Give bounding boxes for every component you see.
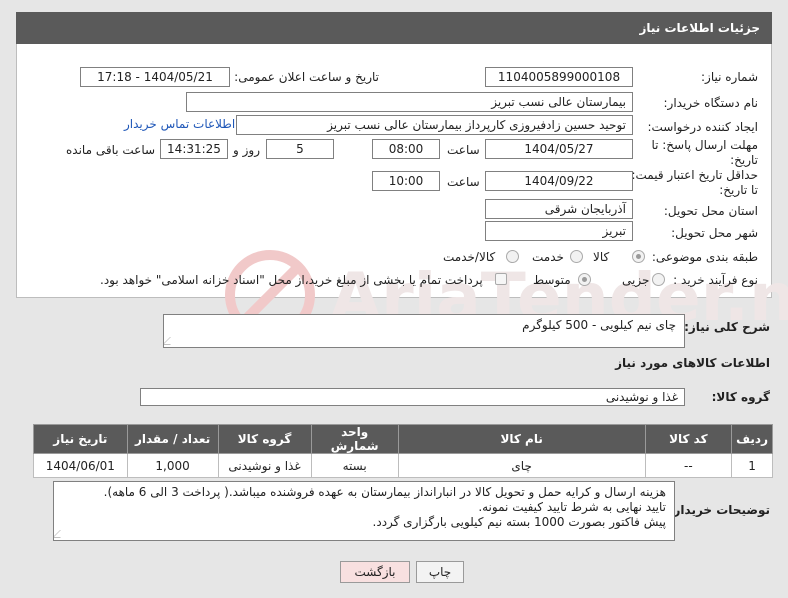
cell-unit: بسته [310,453,399,478]
category-label: طبقه بندی موضوعی: [651,250,758,264]
cell-item-code: -- [644,453,733,478]
cell-need-date: 1404/06/01 [33,453,128,478]
validity-label: حداقل تاریخ اعتبار قیمت: [631,168,758,182]
print-button[interactable]: چاپ [416,561,464,583]
table-row: 1 -- چای بسته غذا و نوشیدنی 1,000 1404/0… [33,453,773,478]
description-text: چای نیم کیلویی - 500 کیلوگرم [522,318,676,332]
days-field: 5 [266,139,334,159]
announce-field: 1404/05/21 - 17:18 [80,67,230,87]
remaining-label: ساعت باقی مانده [66,143,156,157]
cell-item-group: غذا و نوشیدنی [217,453,312,478]
resize-grip-icon[interactable] [54,530,68,538]
col-item-code: کد کالا [644,424,733,454]
process-option-medium: متوسط [533,273,571,287]
buyer-notes-line: تایید نهایی به شرط تایید کیفیت نمونه. [478,500,666,514]
cell-row-number: 1 [731,453,773,478]
col-item-name: نام کالا [397,424,646,454]
treasury-payment-checkbox[interactable] [495,273,507,285]
cell-quantity: 1,000 [126,453,219,478]
buyer-org-field: بیمارستان عالی نسب تبریز [186,92,633,112]
validity-time-field: 10:00 [372,171,440,191]
requester-label: ایجاد کننده درخواست: [647,120,758,134]
description-label: شرح کلی نیاز: [684,320,770,334]
deadline-date-field: 1404/05/27 [485,139,633,159]
col-need-date: تاریخ نیاز [33,424,128,454]
validity-time-label: ساعت [447,175,480,189]
goods-table: ردیف کد کالا نام کالا واحد شمارش گروه کا… [33,424,773,478]
city-label: شهر محل تحویل: [671,226,758,240]
category-radio-goods-service[interactable] [506,250,519,263]
table-header-row: ردیف کد کالا نام کالا واحد شمارش گروه کا… [33,424,773,454]
deadline-time-field: 08:00 [372,139,440,159]
description-field: چای نیم کیلویی - 500 کیلوگرم [163,314,685,348]
buyer-notes-line: پیش فاکتور بصورت 1000 بسته نیم کیلویی با… [372,515,666,529]
back-button[interactable]: بازگشت [340,561,410,583]
category-radio-service[interactable] [570,250,583,263]
days-label: روز و [233,143,260,157]
validity-label-date: تا تاریخ: [719,183,758,197]
page-title: جزئیات اطلاعات نیاز [639,21,760,35]
col-quantity: تعداد / مقدار [126,424,219,454]
category-option-service: خدمت [532,250,564,264]
validity-date-field: 1404/09/22 [485,171,633,191]
goods-section-title: اطلاعات کالاهای مورد نیاز [615,356,770,370]
process-radio-minor[interactable] [652,273,665,286]
need-number-field: 1104005899000108 [485,67,633,87]
goods-group-label: گروه کالا: [711,390,770,404]
city-field: تبریز [485,221,633,241]
province-label: استان محل تحویل: [663,204,758,218]
payment-note: پرداخت تمام یا بخشی از مبلغ خرید،از محل … [100,273,483,287]
deadline-label-date: تاریخ: [730,153,758,167]
need-number-label: شماره نیاز: [701,70,758,84]
contact-buyer-link[interactable]: اطلاعات تماس خریدار [124,117,235,131]
buyer-notes-line: هزینه ارسال و کرایه حمل و تحویل کالا در … [103,485,666,499]
deadline-time-label: ساعت [447,143,480,157]
buyer-notes-label: توضیحات خریدار: [668,503,770,517]
remaining-time-field: 14:31:25 [160,139,228,159]
col-row-number: ردیف [731,424,773,454]
process-radio-medium[interactable] [578,273,591,286]
goods-group-field: غذا و نوشیدنی [140,388,685,406]
buyer-notes-field: هزینه ارسال و کرایه حمل و تحویل کالا در … [53,481,675,541]
col-unit: واحد شمارش [310,424,399,454]
province-field: آذربایجان شرقی [485,199,633,219]
category-radio-goods[interactable] [632,250,645,263]
buyer-org-label: نام دستگاه خریدار: [663,96,759,110]
col-item-group: گروه کالا [217,424,312,454]
process-label: نوع فرآیند خرید : [673,273,758,287]
resize-grip-icon[interactable] [164,337,178,345]
announce-label: تاریخ و ساعت اعلان عمومی: [234,70,379,84]
process-option-minor: جزیی [622,273,650,287]
category-option-goods: کالا [593,250,610,264]
deadline-label: مهلت ارسال پاسخ: تا [651,138,758,152]
requester-field: توحید حسین زادفیروزی کارپرداز بیمارستان … [236,115,633,135]
category-option-goods-service: کالا/خدمت [443,250,496,264]
cell-item-name: چای [397,453,646,478]
panel-header: جزئیات اطلاعات نیاز [16,12,772,44]
